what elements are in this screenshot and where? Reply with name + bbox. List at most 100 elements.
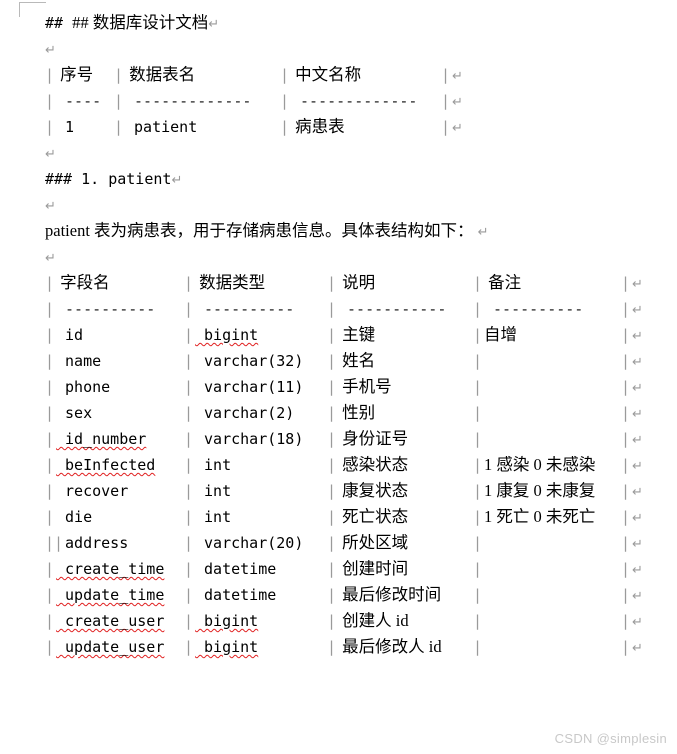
field-name-cell-text: name [56,352,102,370]
field-name-cell: create_time [56,556,184,583]
table-pipe-separator: | [184,482,194,500]
description-cell-text: 身份证号 [338,429,409,448]
blank-line: ↵ [45,36,670,62]
table-pipe-separator: | [621,378,631,396]
table-row: | id_number | varchar(18) | 身份证号 | | ↵ [45,426,670,452]
field-name-cell: beInfected [56,452,184,479]
data-type-cell: datetime [195,556,327,583]
table-pipe-separator: | [184,430,194,448]
table-patient: | 字段名 | 数据类型 | 说明 | 备注 | ↵ | ---------- | -----… [45,270,670,660]
table-pipe-separator: | [621,430,631,448]
description-cell-text: 最后修改时间 [338,585,442,604]
description-cell: 身份证号 [338,426,473,453]
table-pipe-separator: | [45,560,55,578]
table-pipe-separator: | [327,560,337,578]
return-mark-icon: ↵ [208,17,220,32]
data-type-cell-text: varchar(2) [195,404,295,422]
table-index-separator-row-cell: ---- [56,88,114,115]
note-cell: 1 死亡 0 未死亡 [484,504,621,531]
return-mark-icon: ↵ [632,485,643,500]
return-mark-icon: ↵ [171,173,183,188]
table-patient-header-row-cell-text: 字段名 [56,273,110,292]
table-row-cell: 1 [56,114,114,141]
table-pipe-separator: || [45,534,64,552]
table-index-separator-row-cell: ------------- [291,88,441,115]
page-margin-corner-mark [19,2,46,17]
note-cell: 自增 [484,322,621,349]
data-type-cell-text: datetime [195,586,277,604]
table-pipe-separator: | [473,430,483,448]
description-cell-text: 康复状态 [338,481,409,500]
table-row: | name | varchar(32) | 姓名 | | ↵ [45,348,670,374]
table-row: | id | bigint | 主键 | 自增 | ↵ [45,322,670,348]
table-row-cell: 病患表 [291,114,441,141]
table-patient-header-row-cell-text: 数据类型 [195,273,266,292]
data-type-cell-text: int [195,482,232,500]
field-name-cell: update_user [56,634,184,661]
table-pipe-separator: | [327,300,337,318]
table-row: | beInfected | int | 感染状态 | 1 感染 0 未感染 | ↵ [45,452,670,478]
table-pipe-separator: | [114,66,124,84]
table-pipe-separator: | [45,404,55,422]
heading-level-3-text: ### 1. patient [45,170,172,188]
table-pipe-separator: | [45,586,55,604]
table-pipe-separator: | [327,534,337,552]
table-row-cell-text: 1 [56,118,75,136]
note-cell-text: 自增 [484,325,517,344]
description-cell-text: 手机号 [338,377,392,396]
table-index-separator-row-cell-text: ------------- [125,92,252,110]
data-type-cell: varchar(32) [195,348,327,375]
return-mark-icon: ↵ [632,277,643,292]
field-name-cell-text: id [56,326,84,344]
table-pipe-separator: | [45,430,55,448]
table-pipe-separator: | [473,456,483,474]
return-mark-icon: ↵ [632,641,643,656]
description-cell: 最后修改人 id [338,634,473,661]
table-patient-separator-row-cell-text: ---------- [195,300,295,318]
table-pipe-separator: | [327,430,337,448]
table-row: | recover | int | 康复状态 | 1 康复 0 未康复 | ↵ [45,478,670,504]
paragraph-patient-description: patient 表为病患表，用于存储病患信息。具体表结构如下： ↵ [45,218,670,244]
table-pipe-separator: | [45,352,55,370]
data-type-cell-text: bigint [195,638,259,656]
field-name-cell: id [56,322,184,349]
note-cell-text: 1 感染 0 未感染 [484,455,596,474]
heading-level-3: ### 1. patient↵ [45,166,670,192]
table-row: | create_user | bigint | 创建人 id | | ↵ [45,608,670,634]
return-mark-icon: ↵ [45,43,56,58]
table-patient-header-row-cell-text: 说明 [338,273,376,292]
table-pipe-separator: | [473,560,483,578]
data-type-cell-text: int [195,508,232,526]
table-pipe-separator: | [184,274,194,292]
table-pipe-separator: | [621,534,631,552]
description-cell: 创建人 id [338,608,473,635]
table-pipe-separator: | [621,560,631,578]
table-pipe-separator: | [184,326,194,344]
return-mark-icon: ↵ [632,355,643,370]
description-cell-text: 最后修改人 id [338,637,442,656]
table-index-header-row-cell: 数据表名 [125,62,280,89]
table-row: | create_time | datetime | 创建时间 | | ↵ [45,556,670,582]
field-name-cell: recover [56,478,184,505]
table-pipe-separator: | [473,482,483,500]
table-row: | 1 | patient | 病患表 | ↵ [45,114,670,140]
return-mark-icon: ↵ [632,563,643,578]
table-pipe-separator: | [184,378,194,396]
table-patient-header-row-cell: 备注 [484,270,621,297]
return-mark-icon: ↵ [632,459,643,474]
table-pipe-separator: | [45,638,55,656]
data-type-cell: int [195,504,327,531]
return-mark-icon: ↵ [632,381,643,396]
document-body[interactable]: ## ## 数据库设计文档↵ ↵ | 序号 | 数据表名 | 中文名称 | ↵ | ---… [45,10,670,660]
table-pipe-separator: | [327,352,337,370]
table-pipe-separator: | [45,92,55,110]
data-type-cell-text: int [195,456,232,474]
table-row: | sex | varchar(2) | 性别 | | ↵ [45,400,670,426]
table-index-separator-row-cell: ------------- [125,88,280,115]
table-index-separator-row-cell-text: ---- [56,92,102,110]
table-pipe-separator: | [621,326,631,344]
field-name-cell-text: beInfected [56,456,156,474]
table-row: | die | int | 死亡状态 | 1 死亡 0 未死亡 | ↵ [45,504,670,530]
table-pipe-separator: | [473,612,483,630]
table-pipe-separator: | [45,508,55,526]
